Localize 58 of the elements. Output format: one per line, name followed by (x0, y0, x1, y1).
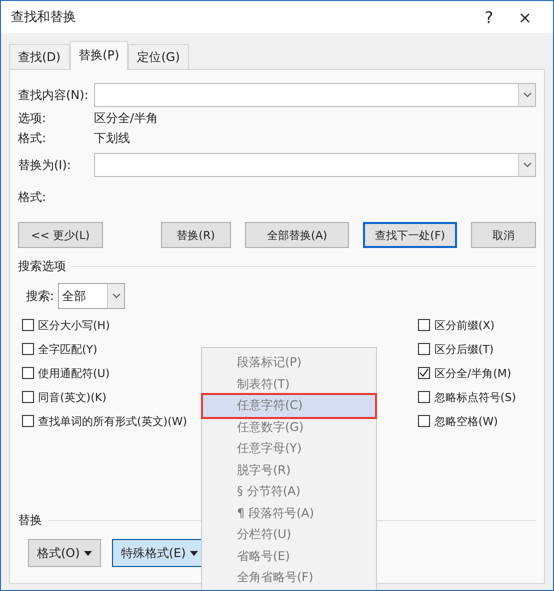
help-button[interactable]: ? (471, 6, 507, 28)
dialog-button[interactable]: 取消 (471, 222, 536, 248)
checkbox-label: 区分全/半角(M) (434, 366, 512, 380)
options-value: 区分全/半角 (94, 110, 158, 126)
checkbox[interactable] (22, 391, 34, 403)
tab[interactable]: 查找(D) (9, 44, 70, 70)
checkbox-label: 全字匹配(Y) (38, 342, 98, 356)
checkbox[interactable] (22, 367, 34, 379)
section-title: 替换 (18, 512, 42, 529)
checkbox[interactable] (22, 319, 34, 331)
dialog-button[interactable]: 查找下一处(F) (363, 222, 458, 248)
checkbox[interactable] (418, 415, 430, 427)
chevron-down-icon (522, 92, 532, 98)
field-label: 替换为(I): (18, 156, 72, 174)
dialog-button[interactable]: << 更少(L) (18, 222, 103, 248)
menu-item[interactable]: 制表符(T) (203, 374, 375, 395)
dialog-button[interactable]: 替换(R) (160, 222, 231, 248)
window-title: 查找和替换 (11, 9, 77, 26)
field-label: 搜索: (26, 288, 54, 304)
chevron-down-icon (112, 293, 121, 299)
checkbox-label: 忽略标点符号(S) (434, 390, 516, 404)
dropdown-button[interactable]: 格式(O) (28, 539, 101, 567)
tab[interactable]: 定位(G) (128, 44, 189, 70)
field-label: 格式: (18, 188, 48, 206)
chevron-down-icon (522, 162, 532, 168)
checkbox[interactable] (418, 367, 430, 379)
menu-item[interactable]: § 分节符(A) (203, 481, 375, 502)
checkbox[interactable] (22, 415, 34, 427)
checkbox-label: 区分前缀(X) (434, 318, 495, 332)
field-label: 查找内容(N): (18, 86, 90, 104)
menu-item[interactable]: 任意数字(G) (203, 416, 375, 438)
checkbox-label: 区分后缀(T) (434, 342, 494, 356)
search-select[interactable]: 全部 (58, 283, 126, 309)
checkbox[interactable] (418, 319, 430, 331)
checkbox-label: 区分大小写(H) (38, 318, 110, 332)
checkbox[interactable] (22, 343, 34, 355)
menu-item[interactable]: 任意字母(Y) (203, 438, 375, 460)
format-value: 下划线 (94, 130, 130, 146)
checkbox-label: 同音(英文)(K) (38, 390, 106, 404)
menu-item[interactable]: 脱字号(R) (203, 460, 375, 481)
checkbox-label: 使用通配符(U) (38, 366, 110, 380)
checkbox[interactable] (418, 391, 430, 403)
checkbox[interactable] (418, 343, 430, 355)
caret-icon (84, 550, 92, 556)
checkbox-label: 忽略空格(W) (434, 414, 498, 428)
tab[interactable]: 替换(P) (70, 41, 128, 70)
menu-item[interactable]: 全角省略号(F) (203, 567, 375, 588)
close-button[interactable]: × (507, 6, 543, 28)
field-label: 选项: (18, 110, 48, 126)
menu-item[interactable]: ¶ 段落符号(A) (203, 502, 375, 524)
field-label: 格式: (18, 130, 48, 146)
find-field[interactable] (94, 83, 536, 107)
menu-item[interactable]: 段落标记(P) (203, 352, 375, 374)
caret-icon (190, 550, 198, 556)
replace-field[interactable] (94, 153, 536, 177)
checkbox-label: 查找单词的所有形式(英文)(W) (38, 414, 188, 428)
dialog-button[interactable]: 全部替换(A) (244, 222, 350, 248)
section-title: 搜索选项 (18, 258, 66, 275)
